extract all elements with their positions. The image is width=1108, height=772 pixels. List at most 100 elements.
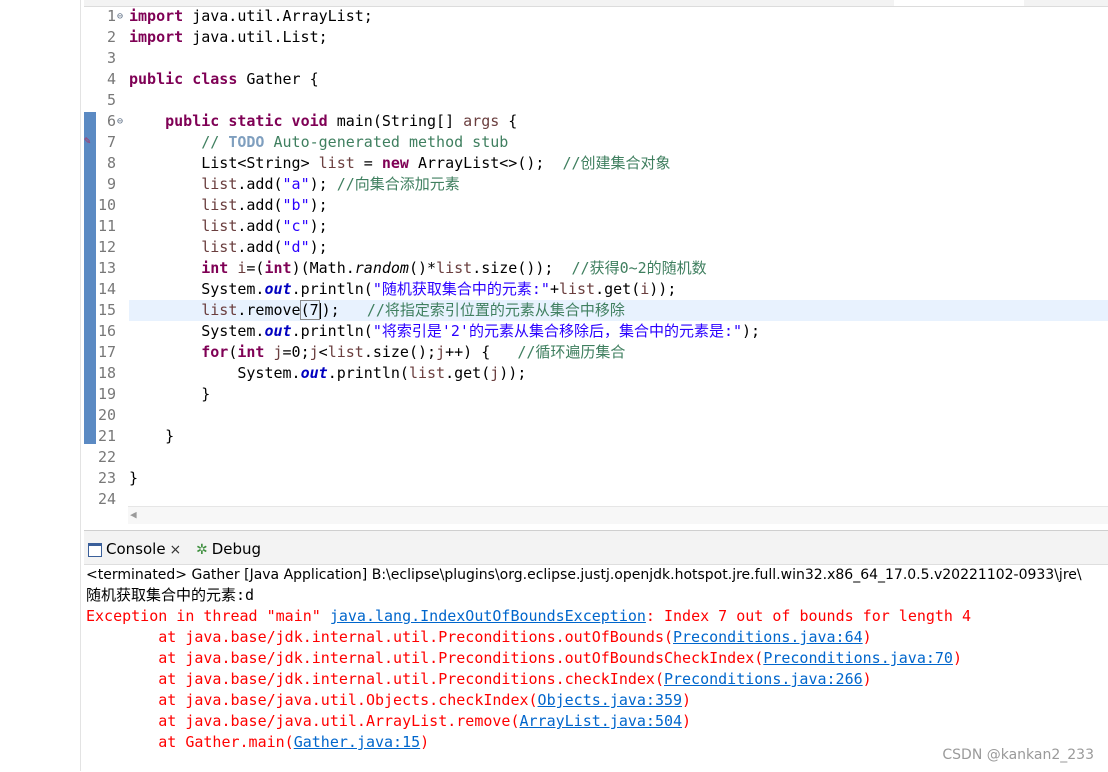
code-token: .size()); xyxy=(472,259,572,277)
code-token: )); xyxy=(649,280,677,298)
line-number: 14 xyxy=(97,280,116,298)
line-number: 12 xyxy=(97,238,116,256)
line-number: 6 xyxy=(106,112,116,130)
code-line[interactable]: 5 xyxy=(84,90,1108,111)
source-link[interactable]: Objects.java:359 xyxy=(538,691,683,709)
code-token: j xyxy=(436,343,446,361)
code-line[interactable]: 18 System.out.println(list.get(j)); xyxy=(84,363,1108,384)
code-line[interactable]: 16 System.out.println("将索引是'2'的元素从集合移除后，… xyxy=(84,321,1108,342)
code-token: list xyxy=(201,175,238,193)
code-line[interactable]: 8 List<String> list = new ArrayList<>();… xyxy=(84,153,1108,174)
fold-toggle-icon[interactable]: ⊖ xyxy=(117,6,127,27)
code-line[interactable]: 6 ⊖ public static void main(String[] args… xyxy=(84,111,1108,132)
source-link[interactable]: Gather.java:15 xyxy=(294,733,420,751)
code-text: list.add("c"); xyxy=(129,216,327,237)
code-token: out xyxy=(264,322,292,340)
code-line[interactable]: 21 } xyxy=(84,426,1108,447)
code-line[interactable]: 2 import java.util.List; xyxy=(84,27,1108,48)
source-link[interactable]: Preconditions.java:64 xyxy=(673,628,863,646)
code-line[interactable]: 3 xyxy=(84,48,1108,69)
code-token: list xyxy=(558,280,596,298)
code-token: list xyxy=(327,343,364,361)
code-token: ()* xyxy=(408,259,437,277)
code-token: .println( xyxy=(291,322,373,340)
stdout-line: 随机获取集合中的元素:d xyxy=(86,586,255,604)
code-line[interactable]: 20 xyxy=(84,405,1108,426)
code-line[interactable]: 14 System.out.println("随机获取集合中的元素:"+list… xyxy=(84,279,1108,300)
code-token: import xyxy=(129,7,184,25)
code-line[interactable]: 12 list.add("d"); xyxy=(84,237,1108,258)
line-number: 11 xyxy=(97,217,116,235)
code-token: random xyxy=(354,259,409,277)
line-number: 18 xyxy=(97,364,116,382)
exception-message: : Index 7 out of bounds for length 4 xyxy=(645,607,972,625)
code-line[interactable]: 7 // TODO Auto-generated method stub xyxy=(84,132,1108,153)
code-token: list xyxy=(201,217,238,235)
line-number: 5 xyxy=(106,91,116,109)
code-text: System.out.println("随机获取集合中的元素:"+list.ge… xyxy=(129,279,676,300)
code-token: ); xyxy=(321,301,367,319)
line-number: 15 xyxy=(97,301,116,319)
code-token: ); xyxy=(309,175,337,193)
code-text: import java.util.List; xyxy=(129,27,328,48)
tab-debug[interactable]: ✲ Debug xyxy=(196,537,276,561)
code-token: "将索引是'2'的元素从集合移除后，集合中的元素是:" xyxy=(372,322,743,340)
scroll-left-arrow-icon[interactable]: ◀ xyxy=(130,508,137,521)
stack-frame: at java.base/jdk.internal.util.Precondit… xyxy=(86,627,871,648)
line-number: 19 xyxy=(97,385,116,403)
line-number: 23 xyxy=(97,469,116,487)
editor-horizontal-scrollbar[interactable]: ◀ xyxy=(128,506,1108,524)
code-token: .println( xyxy=(327,364,409,382)
exception-class-link[interactable]: java.lang.IndexOutOfBoundsException xyxy=(330,607,646,625)
stack-frame-end: ) xyxy=(862,670,872,688)
code-token: ); xyxy=(309,196,328,214)
code-line[interactable]: 13 int i=(int)(Math.random()*list.size()… xyxy=(84,258,1108,279)
tab-console[interactable]: Console × xyxy=(88,537,190,561)
code-token: list xyxy=(201,238,238,256)
code-token: out xyxy=(300,364,328,382)
source-link[interactable]: Preconditions.java:266 xyxy=(664,670,863,688)
code-line[interactable]: 4 public class Gather { xyxy=(84,69,1108,90)
code-token: import xyxy=(129,28,184,46)
source-link[interactable]: ArrayList.java:504 xyxy=(519,712,682,730)
source-link[interactable]: Preconditions.java:70 xyxy=(763,649,953,667)
code-line[interactable]: 11 list.add("c"); xyxy=(84,216,1108,237)
watermark: CSDN @kankan2_233 xyxy=(942,747,1094,763)
close-console-icon[interactable]: × xyxy=(170,542,182,558)
stack-frame: at java.base/jdk.internal.util.Precondit… xyxy=(86,669,872,690)
code-token: < xyxy=(318,343,328,361)
code-text: int i=(int)(Math.random()*list.size()); … xyxy=(129,258,706,279)
code-line[interactable]: 22 xyxy=(84,447,1108,468)
stack-frame: at Gather.main(Gather.java:15) xyxy=(86,732,429,753)
line-number: 20 xyxy=(97,406,116,424)
code-text: List<String> list = new ArrayList<>(); /… xyxy=(129,153,670,174)
stack-frame-end: ) xyxy=(952,649,962,667)
code-editor[interactable]: ✎ 1 ⊖ import java.util.ArrayList; 2 import jav… xyxy=(84,0,1108,524)
code-token: public static void xyxy=(165,112,328,130)
exception-line: Exception in thread "main" java.lang.Ind… xyxy=(86,606,971,627)
fold-toggle-icon[interactable]: ⊖ xyxy=(117,111,127,132)
code-token: for xyxy=(201,343,229,361)
code-text: System.out.println(list.get(j)); xyxy=(129,363,526,384)
code-line[interactable]: 23} xyxy=(84,468,1108,489)
code-line[interactable]: 17 for(int j=0;j<list.size();j++) { //循环… xyxy=(84,342,1108,363)
line-number: 24 xyxy=(97,490,116,508)
bug-icon: ✲ xyxy=(196,541,208,558)
code-line[interactable]: 10 list.add("b"); xyxy=(84,195,1108,216)
code-token: j xyxy=(309,343,319,361)
code-line[interactable]: 15 list.remove(7); //将指定索引位置的元素从集合中移除 xyxy=(84,300,1108,321)
line-number: 1 xyxy=(106,7,116,25)
text-caret xyxy=(319,302,321,319)
line-number: 2 xyxy=(106,28,116,46)
code-line[interactable]: 19 } xyxy=(84,384,1108,405)
stack-frame: at java.base/java.util.ArrayList.remove(… xyxy=(86,711,691,732)
code-text: list.add("d"); xyxy=(129,237,327,258)
code-token: "b" xyxy=(282,196,310,214)
code-token: .get( xyxy=(595,280,641,298)
code-line[interactable]: 9 list.add("a"); //向集合添加元素 xyxy=(84,174,1108,195)
code-line[interactable]: 1 ⊖ import java.util.ArrayList; xyxy=(84,6,1108,27)
